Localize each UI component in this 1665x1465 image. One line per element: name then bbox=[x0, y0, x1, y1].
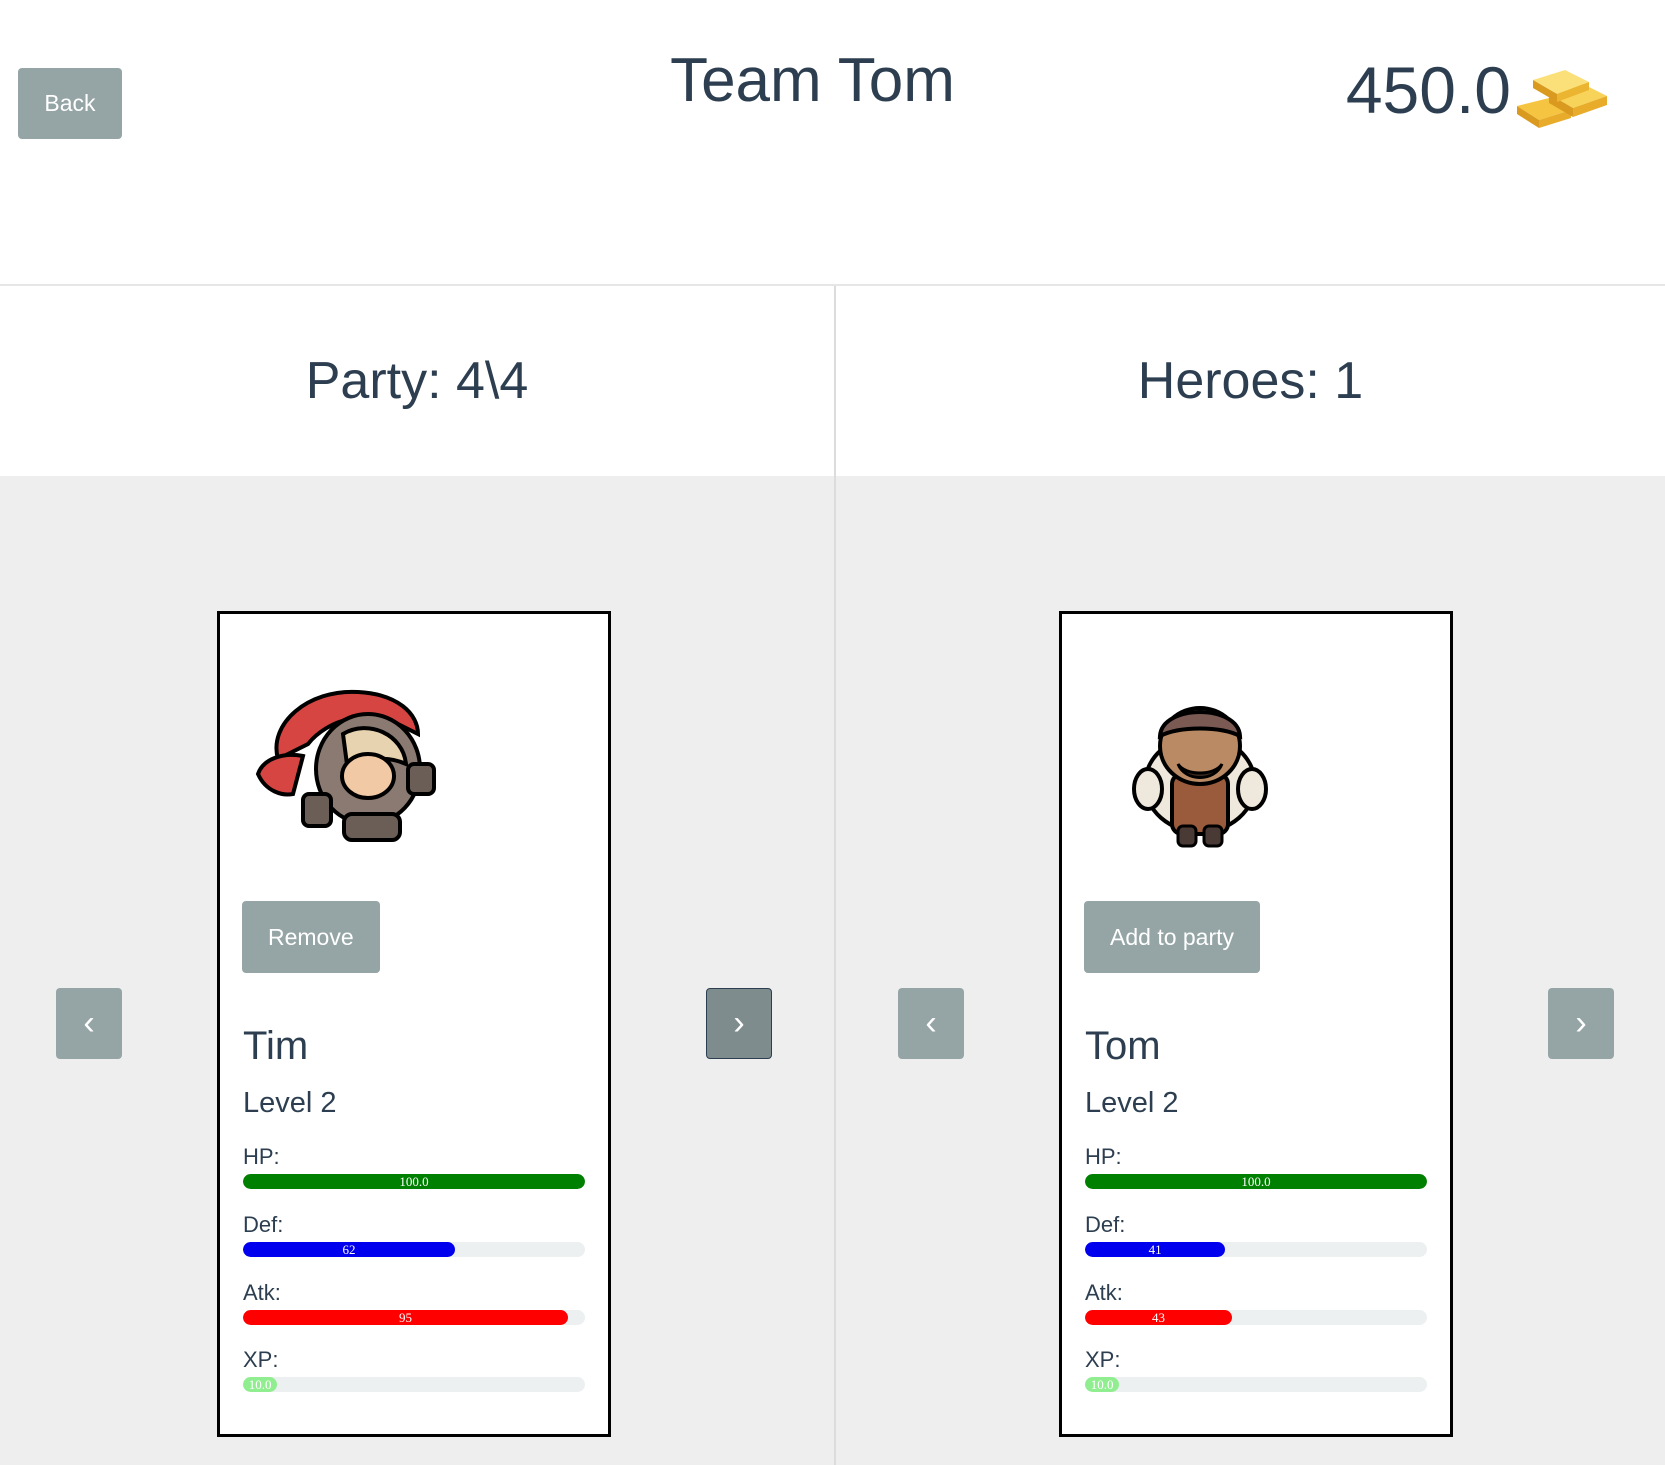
hero-level: Level 2 bbox=[243, 1087, 337, 1119]
def-bar: 41 bbox=[1085, 1242, 1427, 1257]
atk-bar-fill: 95 bbox=[243, 1310, 568, 1325]
xp-bar-fill: 10.0 bbox=[243, 1377, 278, 1392]
hero-name: Tim bbox=[243, 1024, 309, 1068]
heroes-heading: Heroes: 1 bbox=[1137, 352, 1364, 410]
def-bar: 62 bbox=[243, 1242, 585, 1257]
xp-bar: 10.0 bbox=[1085, 1377, 1427, 1392]
heroes-hero-card: Add to party Tom Level 2 HP: 100.0 Def: … bbox=[1059, 611, 1453, 1437]
hp-label: HP: bbox=[1085, 1144, 1122, 1169]
hp-bar: 100.0 bbox=[1085, 1174, 1427, 1189]
atk-label: Atk: bbox=[1085, 1280, 1123, 1305]
xp-bar-fill: 10.0 bbox=[1085, 1377, 1120, 1392]
xp-stat: XP: 10.0 bbox=[243, 1347, 585, 1392]
xp-label: XP: bbox=[243, 1347, 279, 1372]
gold-balance: 450.0 bbox=[1346, 48, 1615, 132]
atk-stat: Atk: 95 bbox=[243, 1280, 585, 1325]
atk-label: Atk: bbox=[243, 1280, 281, 1305]
hero-name: Tom bbox=[1085, 1024, 1161, 1068]
add-to-party-button[interactable]: Add to party bbox=[1084, 901, 1261, 973]
heroes-next-button[interactable]: › bbox=[1548, 988, 1614, 1059]
gold-amount: 450.0 bbox=[1345, 53, 1511, 127]
hp-stat: HP: 100.0 bbox=[243, 1144, 585, 1189]
remove-button[interactable]: Remove bbox=[242, 901, 380, 973]
hp-bar: 100.0 bbox=[243, 1174, 585, 1189]
xp-bar: 10.0 bbox=[243, 1377, 585, 1392]
xp-stat: XP: 10.0 bbox=[1085, 1347, 1427, 1392]
party-hero-card: Remove Tim Level 2 HP: 100.0 Def: 62 Atk… bbox=[217, 611, 611, 1437]
hero-level: Level 2 bbox=[1085, 1087, 1179, 1119]
hero-sprite-tim bbox=[255, 689, 436, 842]
xp-label: XP: bbox=[1085, 1347, 1121, 1372]
hp-stat: HP: 100.0 bbox=[1085, 1144, 1427, 1189]
hp-bar-fill: 100.0 bbox=[1085, 1174, 1427, 1189]
hero-sprite-tom bbox=[1132, 706, 1268, 848]
atk-bar: 43 bbox=[1085, 1310, 1427, 1325]
def-label: Def: bbox=[1085, 1212, 1126, 1237]
hp-bar-fill: 100.0 bbox=[243, 1174, 585, 1189]
def-bar-fill: 62 bbox=[243, 1242, 456, 1257]
atk-bar: 95 bbox=[243, 1310, 585, 1325]
def-stat: Def: 41 bbox=[1085, 1212, 1427, 1257]
party-next-button[interactable]: › bbox=[706, 988, 772, 1059]
party-heading: Party: 4\4 bbox=[305, 352, 529, 410]
def-label: Def: bbox=[243, 1212, 284, 1237]
heroes-prev-button[interactable]: ‹ bbox=[898, 988, 964, 1059]
hp-label: HP: bbox=[243, 1144, 280, 1169]
def-stat: Def: 62 bbox=[243, 1212, 585, 1257]
def-bar-fill: 41 bbox=[1085, 1242, 1226, 1257]
gold-bars-icon bbox=[1517, 70, 1607, 128]
atk-stat: Atk: 43 bbox=[1085, 1280, 1427, 1325]
party-prev-button[interactable]: ‹ bbox=[56, 988, 122, 1059]
atk-bar-fill: 43 bbox=[1085, 1310, 1233, 1325]
